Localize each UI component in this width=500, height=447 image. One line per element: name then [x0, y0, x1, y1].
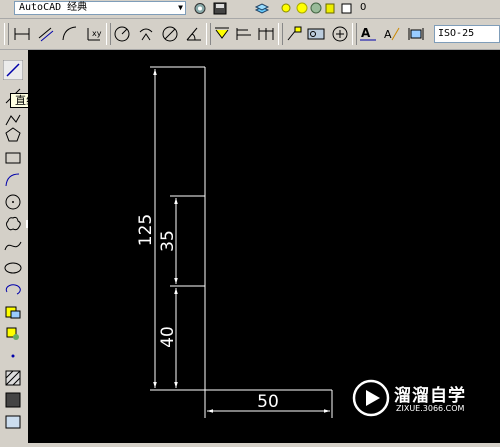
layers-icon — [254, 3, 270, 14]
region-icon[interactable] — [3, 412, 23, 432]
arc-icon[interactable] — [3, 170, 23, 190]
point-icon[interactable] — [3, 346, 23, 366]
dimension-toolbar: xy A A ISO-25 — [0, 19, 500, 50]
arc-length-icon[interactable] — [60, 24, 80, 44]
ellipse-icon[interactable] — [3, 258, 23, 278]
insert-block-icon[interactable] — [3, 302, 23, 322]
current-layer-name[interactable]: 0 — [360, 0, 366, 16]
rectangle-icon[interactable] — [3, 148, 23, 168]
dimension-text-edit-icon[interactable]: A — [382, 24, 402, 44]
workspace-select[interactable]: AutoCAD 经典 ▼ — [14, 1, 186, 15]
layer-state-icons — [281, 2, 352, 14]
baseline-dimension-icon[interactable] — [234, 24, 254, 44]
dimension-edit-icon[interactable]: A — [358, 24, 378, 44]
draw-toolbar — [0, 50, 27, 443]
jogged-dimension-icon[interactable] — [136, 24, 156, 44]
diameter-dimension-icon[interactable] — [160, 24, 180, 44]
tolerance-icon[interactable] — [306, 24, 326, 44]
chevron-down-icon: ▼ — [178, 3, 183, 12]
angular-dimension-icon[interactable] — [184, 24, 204, 44]
revision-cloud-icon[interactable] — [3, 214, 23, 234]
linear-dimension-icon[interactable] — [12, 24, 32, 44]
workspace-save-button[interactable] — [212, 1, 228, 16]
ordinate-dimension-icon[interactable]: xy — [84, 24, 104, 44]
polygon-icon[interactable] — [3, 125, 23, 145]
dimension-style-select[interactable]: ISO-25 — [434, 25, 500, 43]
drawing-canvas[interactable]: 125 35 40 50 溜溜自学 ZIXUE.3066.COM — [28, 50, 500, 443]
gear-icon — [194, 3, 206, 14]
circle-icon[interactable] — [3, 192, 23, 212]
radius-dimension-icon[interactable] — [112, 24, 132, 44]
watermark-logo-icon — [352, 379, 390, 417]
quick-leader-icon[interactable] — [284, 24, 304, 44]
toolbar-grip[interactable] — [4, 23, 9, 45]
svg-text:A: A — [361, 26, 371, 40]
workspace-toolbar: AutoCAD 经典 ▼ 0 — [0, 0, 500, 19]
ellipse-arc-icon[interactable] — [3, 280, 23, 300]
watermark-url: ZIXUE.3066.COM — [396, 404, 465, 413]
spline-icon[interactable] — [3, 236, 23, 256]
svg-text:xy: xy — [92, 29, 102, 38]
quick-dimension-icon[interactable] — [212, 24, 232, 44]
dim-text-40: 40 — [158, 326, 178, 348]
toolbar-separator — [352, 23, 357, 45]
svg-text:A: A — [384, 28, 392, 41]
center-mark-icon[interactable] — [330, 24, 350, 44]
line-tool-icon[interactable] — [3, 60, 23, 80]
layer-state-controls[interactable] — [280, 1, 352, 16]
toolbar-separator — [278, 23, 283, 45]
dimension-update-icon[interactable] — [406, 24, 426, 44]
toolbar-separator — [106, 23, 111, 45]
toolbar-separator — [206, 23, 211, 45]
continue-dimension-icon[interactable] — [256, 24, 276, 44]
dim-text-125: 125 — [136, 214, 156, 246]
layer-manager-button[interactable] — [254, 1, 270, 16]
watermark-name: 溜溜自学 — [394, 386, 466, 406]
workspace-settings-button[interactable] — [192, 1, 208, 16]
gradient-icon[interactable] — [3, 390, 23, 410]
hatch-icon[interactable] — [3, 368, 23, 388]
save-icon — [213, 2, 227, 15]
dim-text-35: 35 — [158, 230, 178, 252]
aligned-dimension-icon[interactable] — [36, 24, 56, 44]
dim-text-50: 50 — [257, 392, 279, 412]
watermark: 溜溜自学 ZIXUE.3066.COM — [352, 377, 472, 422]
make-block-icon[interactable] — [3, 324, 23, 344]
workspace-value: AutoCAD 经典 — [19, 2, 88, 13]
